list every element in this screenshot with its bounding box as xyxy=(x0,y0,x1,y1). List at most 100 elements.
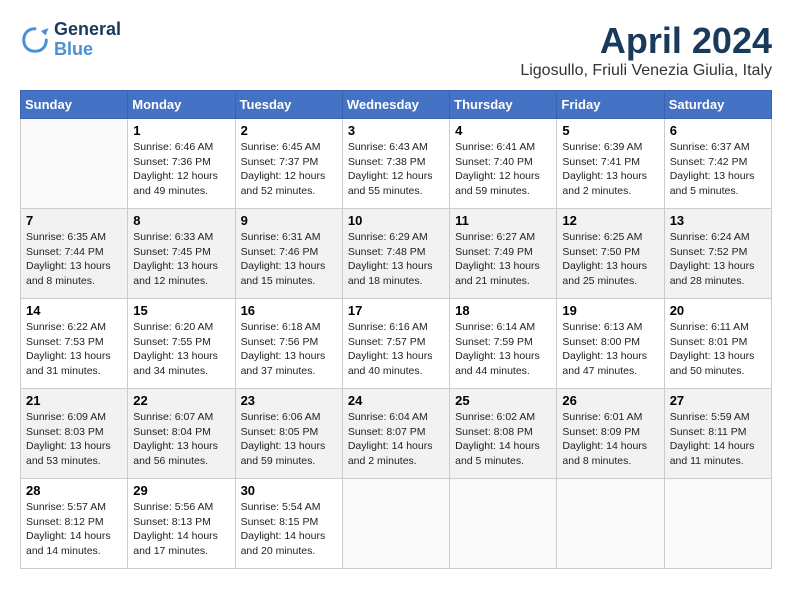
day-info: Sunrise: 6:07 AMSunset: 8:04 PMDaylight:… xyxy=(133,410,229,469)
day-cell: 18 Sunrise: 6:14 AMSunset: 7:59 PMDaylig… xyxy=(450,299,557,389)
week-row-4: 28 Sunrise: 5:57 AMSunset: 8:12 PMDaylig… xyxy=(21,479,772,569)
day-info: Sunrise: 5:54 AMSunset: 8:15 PMDaylight:… xyxy=(241,500,337,559)
logo: GeneralBlue xyxy=(20,20,121,60)
day-cell: 16 Sunrise: 6:18 AMSunset: 7:56 PMDaylig… xyxy=(235,299,342,389)
day-number: 21 xyxy=(26,393,122,408)
day-number: 7 xyxy=(26,213,122,228)
day-info: Sunrise: 5:56 AMSunset: 8:13 PMDaylight:… xyxy=(133,500,229,559)
calendar-table: SundayMondayTuesdayWednesdayThursdayFrid… xyxy=(20,90,772,569)
day-cell: 25 Sunrise: 6:02 AMSunset: 8:08 PMDaylig… xyxy=(450,389,557,479)
weekday-header-monday: Monday xyxy=(128,91,235,119)
day-info: Sunrise: 6:04 AMSunset: 8:07 PMDaylight:… xyxy=(348,410,444,469)
day-info: Sunrise: 6:43 AMSunset: 7:38 PMDaylight:… xyxy=(348,140,444,199)
day-info: Sunrise: 6:29 AMSunset: 7:48 PMDaylight:… xyxy=(348,230,444,289)
day-cell: 15 Sunrise: 6:20 AMSunset: 7:55 PMDaylig… xyxy=(128,299,235,389)
day-number: 1 xyxy=(133,123,229,138)
day-number: 14 xyxy=(26,303,122,318)
day-info: Sunrise: 6:13 AMSunset: 8:00 PMDaylight:… xyxy=(562,320,658,379)
day-cell: 28 Sunrise: 5:57 AMSunset: 8:12 PMDaylig… xyxy=(21,479,128,569)
day-info: Sunrise: 6:02 AMSunset: 8:08 PMDaylight:… xyxy=(455,410,551,469)
weekday-header-thursday: Thursday xyxy=(450,91,557,119)
day-number: 19 xyxy=(562,303,658,318)
day-info: Sunrise: 6:27 AMSunset: 7:49 PMDaylight:… xyxy=(455,230,551,289)
day-number: 27 xyxy=(670,393,766,408)
day-cell xyxy=(342,479,449,569)
day-cell: 23 Sunrise: 6:06 AMSunset: 8:05 PMDaylig… xyxy=(235,389,342,479)
day-info: Sunrise: 6:33 AMSunset: 7:45 PMDaylight:… xyxy=(133,230,229,289)
day-cell: 2 Sunrise: 6:45 AMSunset: 7:37 PMDayligh… xyxy=(235,119,342,209)
weekday-header-sunday: Sunday xyxy=(21,91,128,119)
day-info: Sunrise: 6:09 AMSunset: 8:03 PMDaylight:… xyxy=(26,410,122,469)
day-info: Sunrise: 6:35 AMSunset: 7:44 PMDaylight:… xyxy=(26,230,122,289)
day-info: Sunrise: 6:31 AMSunset: 7:46 PMDaylight:… xyxy=(241,230,337,289)
day-number: 17 xyxy=(348,303,444,318)
week-row-2: 14 Sunrise: 6:22 AMSunset: 7:53 PMDaylig… xyxy=(21,299,772,389)
day-cell: 11 Sunrise: 6:27 AMSunset: 7:49 PMDaylig… xyxy=(450,209,557,299)
day-info: Sunrise: 6:11 AMSunset: 8:01 PMDaylight:… xyxy=(670,320,766,379)
day-cell: 29 Sunrise: 5:56 AMSunset: 8:13 PMDaylig… xyxy=(128,479,235,569)
day-number: 3 xyxy=(348,123,444,138)
location: Ligosullo, Friuli Venezia Giulia, Italy xyxy=(520,62,772,80)
day-info: Sunrise: 5:57 AMSunset: 8:12 PMDaylight:… xyxy=(26,500,122,559)
day-info: Sunrise: 6:18 AMSunset: 7:56 PMDaylight:… xyxy=(241,320,337,379)
logo-text: GeneralBlue xyxy=(54,20,121,60)
day-number: 11 xyxy=(455,213,551,228)
week-row-0: 1 Sunrise: 6:46 AMSunset: 7:36 PMDayligh… xyxy=(21,119,772,209)
day-number: 10 xyxy=(348,213,444,228)
day-number: 13 xyxy=(670,213,766,228)
day-number: 16 xyxy=(241,303,337,318)
day-info: Sunrise: 6:16 AMSunset: 7:57 PMDaylight:… xyxy=(348,320,444,379)
day-cell: 5 Sunrise: 6:39 AMSunset: 7:41 PMDayligh… xyxy=(557,119,664,209)
weekday-header-row: SundayMondayTuesdayWednesdayThursdayFrid… xyxy=(21,91,772,119)
day-cell xyxy=(664,479,771,569)
day-cell: 26 Sunrise: 6:01 AMSunset: 8:09 PMDaylig… xyxy=(557,389,664,479)
day-cell: 20 Sunrise: 6:11 AMSunset: 8:01 PMDaylig… xyxy=(664,299,771,389)
day-number: 25 xyxy=(455,393,551,408)
weekday-header-friday: Friday xyxy=(557,91,664,119)
day-number: 2 xyxy=(241,123,337,138)
day-number: 12 xyxy=(562,213,658,228)
day-info: Sunrise: 6:41 AMSunset: 7:40 PMDaylight:… xyxy=(455,140,551,199)
day-info: Sunrise: 6:46 AMSunset: 7:36 PMDaylight:… xyxy=(133,140,229,199)
weekday-header-saturday: Saturday xyxy=(664,91,771,119)
day-info: Sunrise: 6:24 AMSunset: 7:52 PMDaylight:… xyxy=(670,230,766,289)
day-number: 6 xyxy=(670,123,766,138)
day-number: 18 xyxy=(455,303,551,318)
day-info: Sunrise: 6:14 AMSunset: 7:59 PMDaylight:… xyxy=(455,320,551,379)
day-cell: 1 Sunrise: 6:46 AMSunset: 7:36 PMDayligh… xyxy=(128,119,235,209)
day-info: Sunrise: 6:37 AMSunset: 7:42 PMDaylight:… xyxy=(670,140,766,199)
day-number: 15 xyxy=(133,303,229,318)
day-info: Sunrise: 6:25 AMSunset: 7:50 PMDaylight:… xyxy=(562,230,658,289)
day-info: Sunrise: 6:45 AMSunset: 7:37 PMDaylight:… xyxy=(241,140,337,199)
day-cell xyxy=(557,479,664,569)
day-number: 9 xyxy=(241,213,337,228)
week-row-3: 21 Sunrise: 6:09 AMSunset: 8:03 PMDaylig… xyxy=(21,389,772,479)
day-number: 8 xyxy=(133,213,229,228)
day-info: Sunrise: 5:59 AMSunset: 8:11 PMDaylight:… xyxy=(670,410,766,469)
page-header: GeneralBlue April 2024 Ligosullo, Friuli… xyxy=(20,20,772,80)
day-cell: 14 Sunrise: 6:22 AMSunset: 7:53 PMDaylig… xyxy=(21,299,128,389)
day-number: 30 xyxy=(241,483,337,498)
day-number: 5 xyxy=(562,123,658,138)
day-cell: 22 Sunrise: 6:07 AMSunset: 8:04 PMDaylig… xyxy=(128,389,235,479)
weekday-header-wednesday: Wednesday xyxy=(342,91,449,119)
day-number: 26 xyxy=(562,393,658,408)
day-cell: 30 Sunrise: 5:54 AMSunset: 8:15 PMDaylig… xyxy=(235,479,342,569)
day-number: 20 xyxy=(670,303,766,318)
weekday-header-tuesday: Tuesday xyxy=(235,91,342,119)
day-cell xyxy=(21,119,128,209)
day-cell: 9 Sunrise: 6:31 AMSunset: 7:46 PMDayligh… xyxy=(235,209,342,299)
day-number: 4 xyxy=(455,123,551,138)
week-row-1: 7 Sunrise: 6:35 AMSunset: 7:44 PMDayligh… xyxy=(21,209,772,299)
day-cell: 3 Sunrise: 6:43 AMSunset: 7:38 PMDayligh… xyxy=(342,119,449,209)
day-number: 24 xyxy=(348,393,444,408)
day-number: 22 xyxy=(133,393,229,408)
day-cell: 17 Sunrise: 6:16 AMSunset: 7:57 PMDaylig… xyxy=(342,299,449,389)
day-cell: 6 Sunrise: 6:37 AMSunset: 7:42 PMDayligh… xyxy=(664,119,771,209)
day-info: Sunrise: 6:22 AMSunset: 7:53 PMDaylight:… xyxy=(26,320,122,379)
day-cell: 24 Sunrise: 6:04 AMSunset: 8:07 PMDaylig… xyxy=(342,389,449,479)
day-cell xyxy=(450,479,557,569)
logo-icon xyxy=(20,25,50,55)
day-number: 28 xyxy=(26,483,122,498)
day-cell: 27 Sunrise: 5:59 AMSunset: 8:11 PMDaylig… xyxy=(664,389,771,479)
